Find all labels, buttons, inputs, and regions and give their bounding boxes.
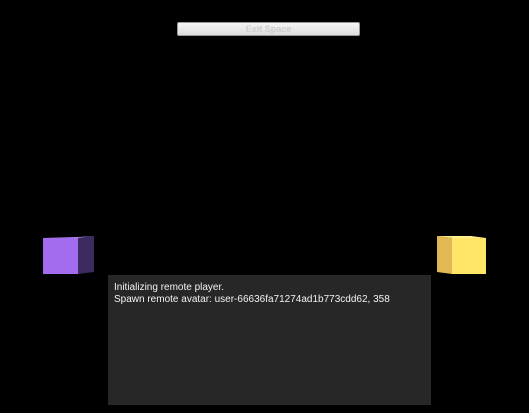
purple-cube <box>43 236 94 274</box>
yellow-cube <box>437 236 486 274</box>
purple-cube-side <box>78 236 94 274</box>
scene-viewport[interactable]: Exit Space Initializing remote player. S… <box>0 0 529 413</box>
yellow-cube-front <box>452 238 486 274</box>
purple-cube-front <box>43 238 78 274</box>
exit-space-button[interactable]: Exit Space <box>177 22 360 36</box>
console-log-panel: Initializing remote player. Spawn remote… <box>108 275 431 405</box>
yellow-cube-side <box>437 236 452 274</box>
console-line: Initializing remote player. <box>114 282 225 293</box>
console-line: Spawn remote avatar: user-66636fa71274ad… <box>114 294 390 305</box>
